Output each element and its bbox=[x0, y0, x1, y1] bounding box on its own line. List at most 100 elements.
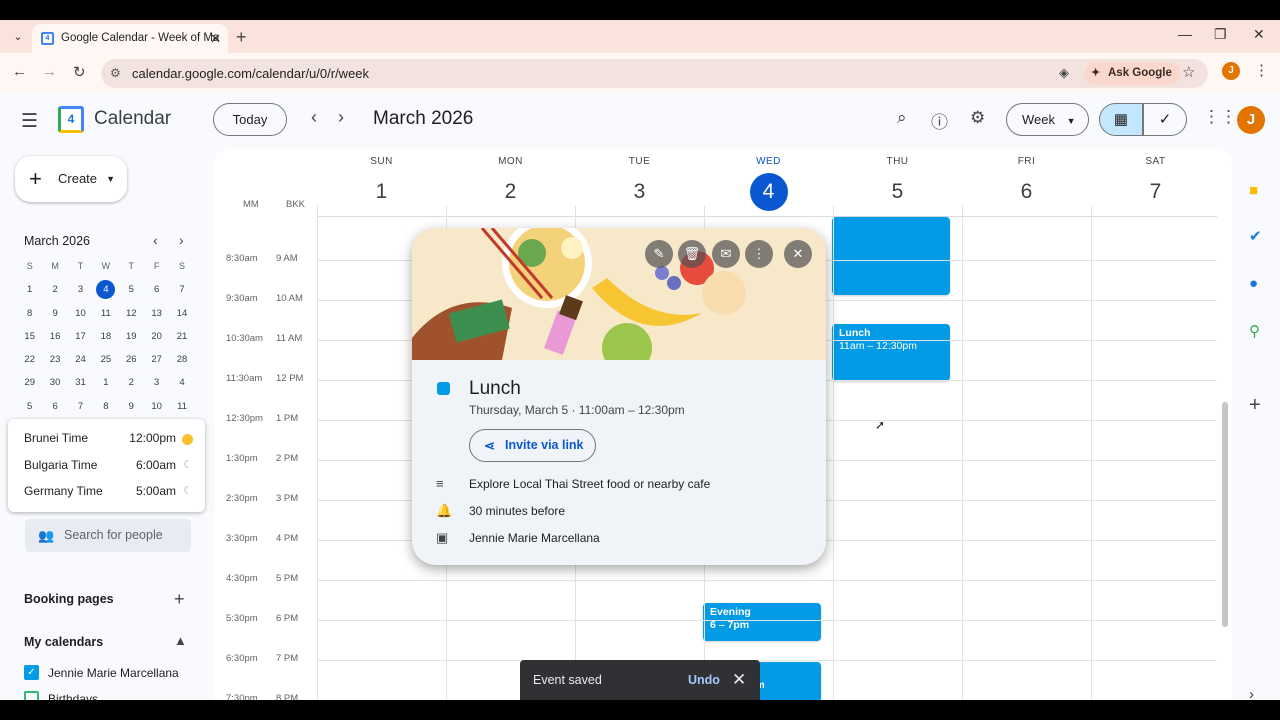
keep-icon[interactable]: ■ bbox=[1249, 182, 1258, 199]
chevron-up-icon[interactable]: ▲ bbox=[174, 633, 187, 648]
mini-prev-icon[interactable]: ‹ bbox=[153, 232, 158, 248]
calendar-item[interactable]: Birthdays bbox=[24, 691, 98, 700]
mini-day[interactable]: 2 bbox=[42, 278, 67, 301]
tab-search-icon[interactable]: ⌄ bbox=[9, 28, 27, 46]
mini-day[interactable]: 9 bbox=[42, 302, 67, 325]
browser-menu-icon[interactable]: ⋮ bbox=[1254, 61, 1269, 79]
invite-via-link-button[interactable]: ⋖ Invite via link bbox=[469, 429, 596, 462]
snackbar-close-icon[interactable]: ✕ bbox=[732, 660, 746, 700]
mini-day[interactable]: 9 bbox=[119, 395, 144, 418]
search-people-input[interactable]: 👥 Search for people bbox=[25, 519, 191, 552]
mini-day[interactable]: 6 bbox=[144, 278, 169, 301]
mini-day[interactable]: 21 bbox=[169, 325, 194, 348]
grid-scrollbar[interactable] bbox=[1222, 402, 1228, 627]
mini-day[interactable]: 12 bbox=[119, 302, 144, 325]
restore-icon[interactable]: ❐ bbox=[1214, 26, 1227, 43]
mini-day[interactable]: 30 bbox=[42, 371, 67, 394]
mini-day[interactable]: 6 bbox=[42, 395, 67, 418]
checkbox-checked-icon[interactable]: ✓ bbox=[24, 665, 39, 680]
mini-day[interactable]: 19 bbox=[119, 325, 144, 348]
mini-day[interactable]: 11 bbox=[169, 395, 194, 418]
app-title[interactable]: Calendar bbox=[94, 108, 171, 130]
mini-day[interactable]: 28 bbox=[169, 348, 194, 371]
bookmark-star-icon[interactable]: ☆ bbox=[1182, 63, 1195, 81]
mini-day[interactable]: 3 bbox=[144, 371, 169, 394]
email-icon[interactable]: ✉ bbox=[712, 240, 740, 268]
day-number[interactable]: 1 bbox=[363, 173, 401, 211]
mini-day[interactable]: 4 bbox=[169, 371, 194, 394]
profile-avatar[interactable]: J bbox=[1222, 62, 1240, 80]
url-text[interactable]: calendar.google.com/calendar/u/0/r/week bbox=[132, 66, 369, 81]
tasks-view-toggle-icon[interactable]: ✓ bbox=[1143, 103, 1187, 136]
day-number[interactable]: 3 bbox=[621, 173, 659, 211]
mini-day[interactable]: 27 bbox=[144, 348, 169, 371]
tasks-icon[interactable]: ✔ bbox=[1249, 227, 1262, 245]
event-lunch[interactable]: Lunch 11am – 12:30pm bbox=[832, 324, 950, 381]
new-tab-icon[interactable]: + bbox=[236, 27, 247, 48]
expand-panel-icon[interactable]: › bbox=[1249, 686, 1254, 700]
ask-google-button[interactable]: ✦ Ask Google bbox=[1084, 62, 1181, 85]
mini-day[interactable]: 23 bbox=[42, 348, 67, 371]
day-number[interactable]: 5 bbox=[879, 173, 917, 211]
minimize-icon[interactable]: — bbox=[1178, 26, 1192, 42]
day-header-fri[interactable]: FRI 6 bbox=[962, 156, 1091, 211]
mini-day[interactable]: 1 bbox=[93, 371, 118, 394]
mini-day[interactable]: 17 bbox=[68, 325, 93, 348]
mini-day[interactable]: 8 bbox=[17, 302, 42, 325]
site-info-icon[interactable]: ⚙ bbox=[110, 66, 121, 80]
browser-tab[interactable]: 4 Google Calendar - Week of Ma ✕ bbox=[32, 24, 228, 53]
undo-button[interactable]: Undo bbox=[688, 660, 720, 700]
contacts-icon[interactable]: ● bbox=[1249, 275, 1258, 292]
maps-icon[interactable]: ⚲ bbox=[1249, 322, 1260, 340]
event-evening[interactable]: Evening 6 – 7pm bbox=[703, 603, 821, 641]
day-header-sun[interactable]: SUN 1 bbox=[317, 156, 446, 211]
mini-day[interactable]: 1 bbox=[17, 278, 42, 301]
my-calendars-heading[interactable]: My calendars bbox=[24, 635, 103, 649]
mini-day[interactable]: 24 bbox=[68, 348, 93, 371]
day-header-mon[interactable]: MON 2 bbox=[446, 156, 575, 211]
mini-day[interactable]: 13 bbox=[144, 302, 169, 325]
day-header-thu[interactable]: THU 5 bbox=[833, 156, 962, 211]
mini-day[interactable]: 22 bbox=[17, 348, 42, 371]
mini-day[interactable]: 10 bbox=[68, 302, 93, 325]
mini-day[interactable]: 3 bbox=[68, 278, 93, 301]
address-bar[interactable]: ⚙ calendar.google.com/calendar/u/0/r/wee… bbox=[101, 59, 1208, 88]
day-number[interactable]: 7 bbox=[1137, 173, 1175, 211]
create-button[interactable]: + Create ▼ bbox=[15, 156, 127, 202]
help-icon[interactable]: ⓘ bbox=[931, 108, 948, 133]
prev-week-icon[interactable]: ‹ bbox=[311, 107, 317, 128]
forward-icon[interactable]: → bbox=[42, 63, 57, 80]
search-icon[interactable]: ⌕ bbox=[897, 108, 907, 128]
mini-day[interactable]: 11 bbox=[93, 302, 118, 325]
day-header-tue[interactable]: TUE 3 bbox=[575, 156, 704, 211]
add-booking-page-icon[interactable]: + bbox=[174, 589, 185, 610]
more-options-icon[interactable]: ⋮ bbox=[745, 240, 773, 268]
mini-day[interactable]: 31 bbox=[68, 371, 93, 394]
delete-trash-icon[interactable]: 🗑 bbox=[678, 240, 706, 268]
day-number[interactable]: 4 bbox=[749, 173, 788, 211]
mini-day[interactable]: 15 bbox=[17, 325, 42, 348]
calendar-item[interactable]: ✓ Jennie Marie Marcellana bbox=[24, 665, 179, 681]
edit-pencil-icon[interactable]: ✎ bbox=[645, 240, 673, 268]
day-number[interactable]: 6 bbox=[1008, 173, 1046, 211]
next-week-icon[interactable]: › bbox=[338, 107, 344, 128]
day-header-sat[interactable]: SAT 7 bbox=[1091, 156, 1220, 211]
mini-day[interactable]: 4 bbox=[93, 278, 118, 301]
mini-day[interactable]: 8 bbox=[93, 395, 118, 418]
mini-day[interactable]: 5 bbox=[17, 395, 42, 418]
day-number[interactable]: 2 bbox=[492, 173, 530, 211]
get-addons-icon[interactable]: + bbox=[1249, 394, 1261, 417]
account-avatar[interactable]: J bbox=[1237, 106, 1265, 134]
mini-day[interactable]: 5 bbox=[119, 278, 144, 301]
tab-close-icon[interactable]: ✕ bbox=[210, 24, 221, 53]
close-icon[interactable]: ✕ bbox=[784, 240, 812, 268]
day-header-wed[interactable]: WED 4 bbox=[704, 156, 833, 211]
reload-icon[interactable]: ↻ bbox=[73, 63, 86, 81]
mini-day[interactable]: 14 bbox=[169, 302, 194, 325]
mini-next-icon[interactable]: › bbox=[179, 232, 184, 248]
booking-pages-heading[interactable]: Booking pages bbox=[24, 592, 114, 606]
settings-gear-icon[interactable]: ⚙ bbox=[970, 108, 985, 128]
main-menu-icon[interactable]: ☰ bbox=[21, 110, 38, 133]
window-close-icon[interactable]: ✕ bbox=[1253, 26, 1265, 43]
mini-day[interactable]: 26 bbox=[119, 348, 144, 371]
